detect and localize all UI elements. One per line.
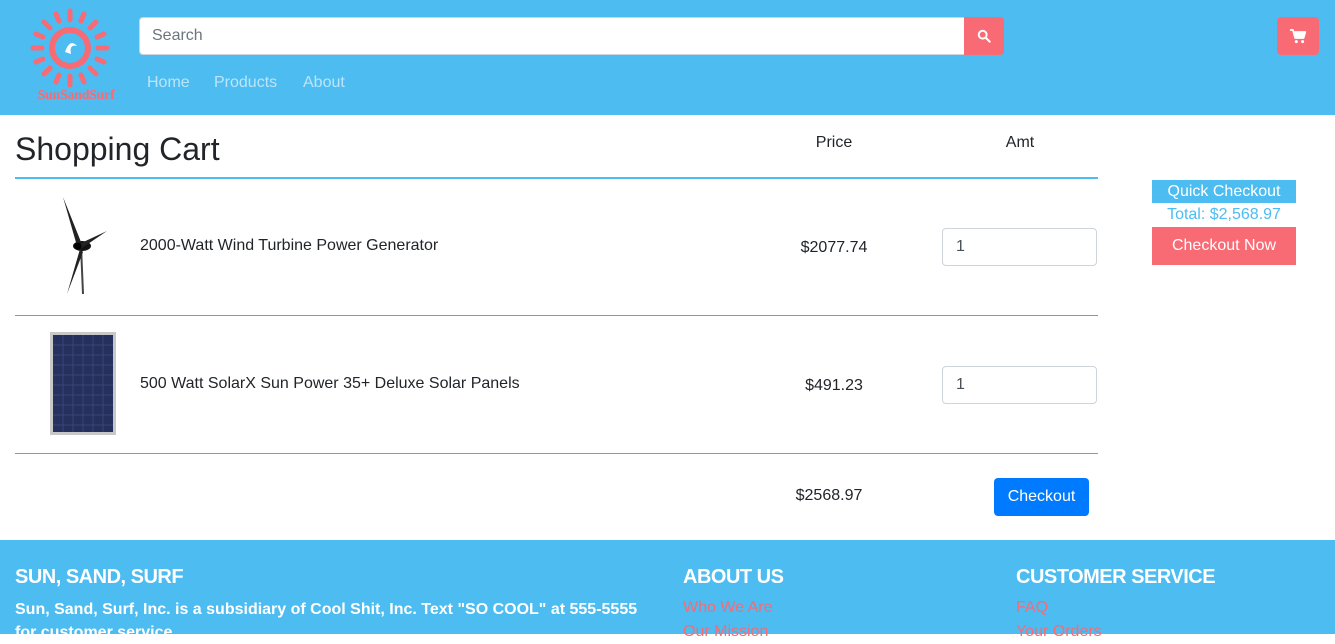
nav-products[interactable]: Products [214, 74, 277, 92]
quick-checkout-header: Quick Checkout [1152, 180, 1296, 203]
footer-link-your-orders[interactable]: Your Orders [1016, 623, 1102, 641]
brand-wordmark: SunSandSurf [37, 88, 115, 103]
nav-home[interactable]: Home [147, 74, 190, 92]
footer-service-heading: CUSTOMER SERVICE [1016, 566, 1216, 588]
footer-link-our-mission[interactable]: Our Mission [683, 623, 768, 641]
amount-column-header: Amt [1005, 134, 1035, 151]
footer-description: Sun, Sand, Surf, Inc. is a subsidiary of… [15, 601, 638, 641]
checkout-button[interactable]: Checkout [994, 478, 1089, 516]
quantity-input[interactable] [942, 366, 1097, 404]
page-title: Shopping Cart [15, 131, 220, 167]
cart-button[interactable] [1277, 17, 1319, 55]
nav-about[interactable]: About [303, 74, 345, 92]
quick-checkout-total: Total: $2,568.97 [1167, 206, 1281, 223]
product-price: $491.23 [805, 377, 863, 394]
product-name[interactable]: 2000-Watt Wind Turbine Power Generator [140, 237, 438, 255]
solar-panel-image [50, 332, 116, 435]
search-icon [977, 29, 991, 43]
footer-link-who-we-are[interactable]: Who We Are [683, 599, 773, 617]
row-divider [15, 453, 1098, 454]
checkout-now-button[interactable]: Checkout Now [1152, 227, 1296, 265]
cart-total: $2568.97 [795, 487, 863, 504]
search-input[interactable] [139, 17, 964, 55]
price-column-header: Price [815, 134, 853, 151]
row-divider [15, 315, 1098, 316]
wind-turbine-image [63, 197, 107, 295]
product-name[interactable]: 500 Watt SolarX Sun Power 35+ Deluxe Sol… [140, 375, 520, 393]
title-divider [15, 177, 1098, 179]
product-price: $2077.74 [800, 239, 868, 256]
shopping-cart-icon [1290, 28, 1306, 43]
footer-link-faq[interactable]: FAQ [1016, 599, 1048, 617]
footer-brand-heading: SUN, SAND, SURF [15, 566, 184, 588]
quantity-input[interactable] [942, 228, 1097, 266]
footer-about-heading: ABOUT US [683, 566, 784, 588]
search-button[interactable] [964, 17, 1004, 55]
